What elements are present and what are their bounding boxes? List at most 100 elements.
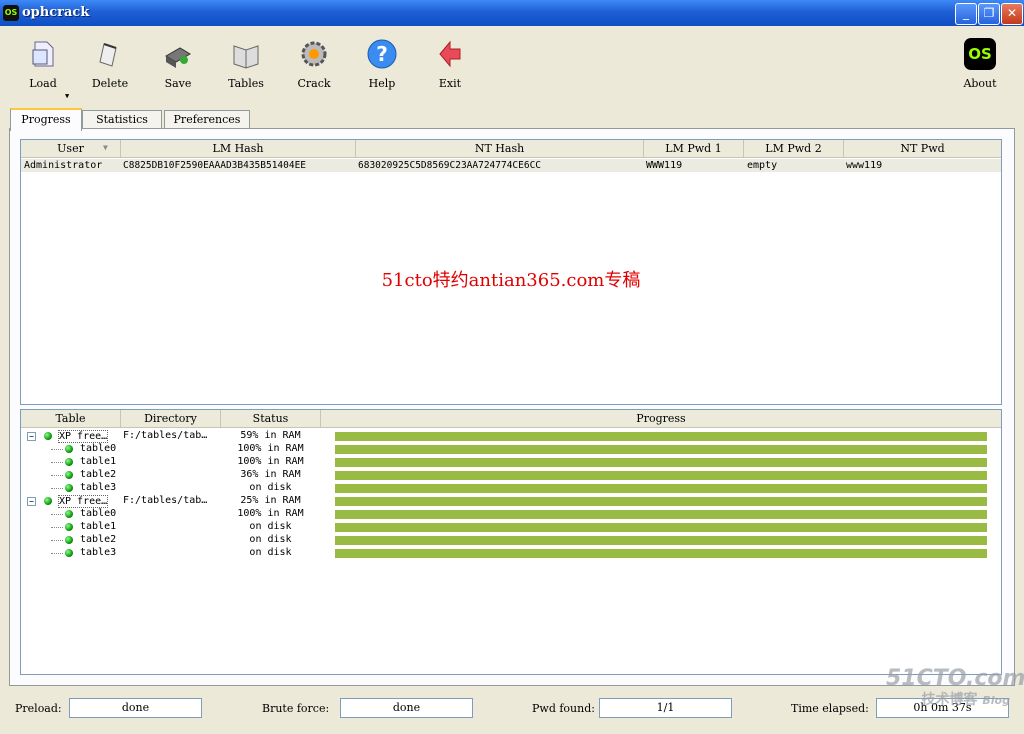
col-status[interactable]: Status: [221, 410, 321, 427]
progress-bar: [335, 510, 987, 519]
progress-bar: [335, 484, 987, 493]
exit-button[interactable]: Exit: [422, 38, 478, 90]
save-label: Save: [164, 77, 192, 90]
exit-icon: [434, 38, 466, 70]
collapse-icon[interactable]: −: [27, 497, 36, 506]
tree-connector: [51, 540, 63, 541]
table-row[interactable]: table0 100% in RAM: [21, 443, 1001, 456]
cell-lm-pwd2: empty: [747, 160, 778, 171]
table-row[interactable]: table0 100% in RAM: [21, 508, 1001, 521]
cell-lm-hash: C8825DB10F2590EAAAD3B435B51404EE: [123, 160, 307, 171]
load-label: Load: [29, 77, 57, 90]
table-row[interactable]: table2 36% in RAM: [21, 469, 1001, 482]
about-button[interactable]: OS About: [952, 38, 1008, 90]
col-progress[interactable]: Progress: [321, 410, 1001, 427]
status-dot-icon: [65, 523, 73, 531]
cell-user: Administrator: [24, 160, 103, 171]
progress-panel: User ▼ LM Hash NT Hash LM Pwd 1 LM Pwd 2…: [9, 128, 1015, 686]
cell-status: 36% in RAM: [240, 469, 301, 480]
table-row[interactable]: table1 100% in RAM: [21, 456, 1001, 469]
cell-status: 59% in RAM: [240, 430, 301, 441]
watermark-line3: Blog: [982, 694, 1010, 707]
status-dot-icon: [65, 536, 73, 544]
col-directory[interactable]: Directory: [121, 410, 221, 427]
cell-status: 100% in RAM: [237, 456, 304, 467]
tree-connector: [51, 475, 63, 476]
col-lm-hash[interactable]: LM Hash: [121, 140, 356, 157]
cell-status: 100% in RAM: [237, 508, 304, 519]
tree-connector: [51, 449, 63, 450]
cell-status: on disk: [249, 482, 292, 493]
exit-label: Exit: [438, 77, 462, 90]
app-icon: OS: [3, 5, 19, 21]
cell-table-name: table0: [80, 508, 117, 519]
tables-icon: [230, 38, 262, 70]
status-dot-icon: [65, 510, 73, 518]
tab-statistics[interactable]: Statistics: [82, 110, 162, 129]
brute-force-field: done: [340, 698, 473, 718]
status-dot-icon: [65, 549, 73, 557]
cell-status: on disk: [249, 534, 292, 545]
cell-nt-hash: 683020925C5D8569C23AA724774CE6CC: [358, 160, 542, 171]
help-button[interactable]: ? Help: [354, 38, 410, 90]
progress-bar: [335, 549, 987, 558]
tree-connector: [51, 527, 63, 528]
crack-label: Crack: [297, 77, 331, 90]
col-table[interactable]: Table: [21, 410, 121, 427]
col-lm-pwd1[interactable]: LM Pwd 1: [644, 140, 744, 157]
delete-icon: [94, 38, 126, 70]
table-row[interactable]: table1 on disk: [21, 521, 1001, 534]
sort-arrow-icon: ▼: [103, 143, 108, 152]
about-logo-icon: OS: [964, 38, 996, 70]
tree-connector: [51, 462, 63, 463]
progress-bar: [335, 471, 987, 480]
table-row[interactable]: table3 on disk: [21, 547, 1001, 560]
tables-table[interactable]: Table Directory Status Progress − XP free…: [20, 409, 1002, 675]
crack-button[interactable]: Crack: [286, 38, 342, 90]
table-row[interactable]: Administrator C8825DB10F2590EAAAD3B435B5…: [21, 159, 1001, 172]
save-button[interactable]: Save: [150, 38, 206, 90]
load-icon: [27, 38, 59, 70]
cell-table-name: table3: [80, 547, 117, 558]
cell-table-name: XP free…: [58, 495, 109, 508]
table-row[interactable]: table3 on disk: [21, 482, 1001, 495]
time-elapsed-label: Time elapsed:: [791, 702, 869, 715]
preload-label: Preload:: [15, 702, 62, 715]
cell-directory: F:/tables/tab…: [123, 430, 208, 441]
status-dot-icon: [65, 458, 73, 466]
progress-bar: [335, 445, 987, 454]
cell-table-name: table2: [80, 534, 117, 545]
cell-status: 100% in RAM: [237, 443, 304, 454]
cell-table-name: table3: [80, 482, 117, 493]
col-nt-hash[interactable]: NT Hash: [356, 140, 644, 157]
progress-bar: [335, 497, 987, 506]
tree-connector: [51, 514, 63, 515]
maximize-button[interactable]: ❐: [978, 3, 1000, 25]
progress-bar: [335, 432, 987, 441]
table-row[interactable]: − XP free… F:/tables/tab… 59% in RAM: [21, 430, 1001, 443]
col-lm-pwd2[interactable]: LM Pwd 2: [744, 140, 844, 157]
table-row[interactable]: table2 on disk: [21, 534, 1001, 547]
col-nt-pwd[interactable]: NT Pwd: [844, 140, 1001, 157]
svg-text:?: ?: [376, 42, 388, 66]
load-button[interactable]: Load ▼: [15, 38, 71, 100]
brute-force-label: Brute force:: [262, 702, 330, 715]
corner-watermark: 51CTO.com 技术博客 Blog: [886, 666, 1024, 709]
tab-preferences[interactable]: Preferences: [164, 110, 250, 129]
about-label: About: [963, 77, 997, 90]
watermark-text: 51cto特约antian365.com专稿: [381, 270, 641, 291]
cell-status: on disk: [249, 521, 292, 532]
delete-label: Delete: [91, 77, 129, 90]
tables-table-header: Table Directory Status Progress: [21, 410, 1001, 428]
collapse-icon[interactable]: −: [27, 432, 36, 441]
load-dropdown-arrow-icon[interactable]: ▼: [65, 92, 69, 100]
close-button[interactable]: ✕: [1001, 3, 1023, 25]
minimize-button[interactable]: _: [955, 3, 977, 25]
delete-button[interactable]: Delete: [82, 38, 138, 90]
tab-progress[interactable]: Progress: [10, 108, 82, 131]
watermark-line1: 51CTO.com: [886, 666, 1024, 691]
hash-table[interactable]: User ▼ LM Hash NT Hash LM Pwd 1 LM Pwd 2…: [20, 139, 1002, 405]
status-dot-icon: [65, 445, 73, 453]
tables-button[interactable]: Tables: [218, 38, 274, 90]
table-row[interactable]: − XP free… F:/tables/tab… 25% in RAM: [21, 495, 1001, 508]
